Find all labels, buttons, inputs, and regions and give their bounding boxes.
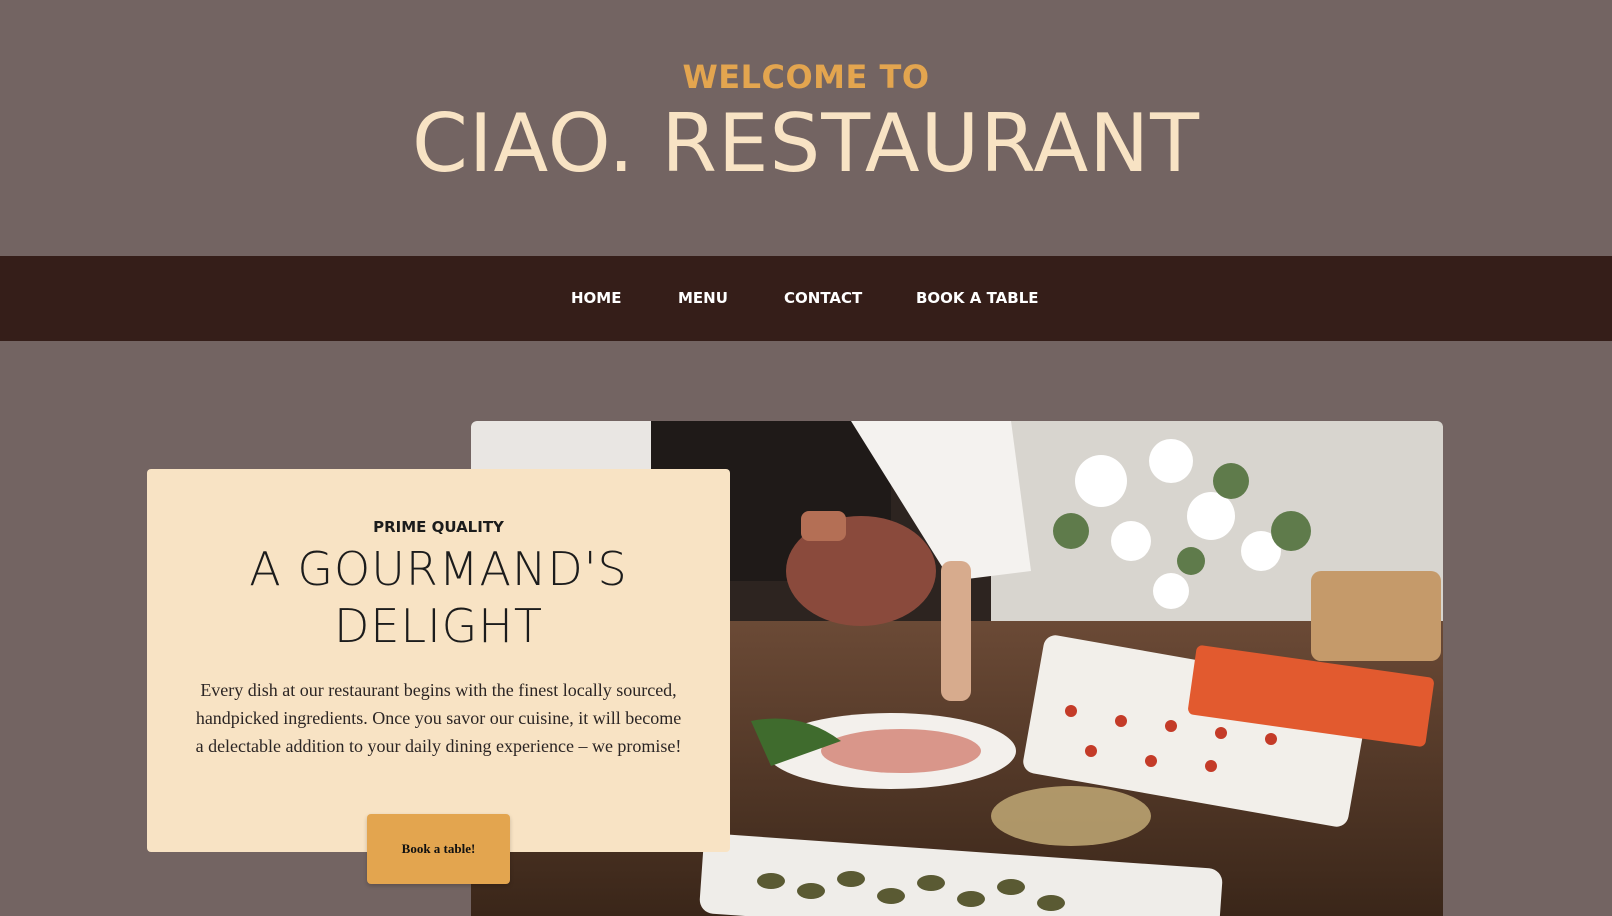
nav-menu-link[interactable]: MENU: [678, 256, 728, 341]
site-header: WELCOME TO CIAO. RESTAURANT: [0, 0, 1612, 256]
welcome-text: WELCOME TO: [682, 58, 930, 96]
restaurant-name: CIAO. RESTAURANT: [412, 97, 1200, 190]
feature-card: PRIME QUALITY A GOURMAND'S DELIGHT Every…: [147, 469, 730, 852]
feature-description: Every dish at our restaurant begins with…: [195, 680, 682, 756]
book-table-button[interactable]: Book a table!: [367, 814, 510, 884]
prime-quality-label: PRIME QUALITY: [373, 518, 504, 536]
feature-headline: A GOURMAND'S DELIGHT: [249, 542, 628, 653]
nav-contact-link[interactable]: CONTACT: [784, 256, 862, 341]
nav-home-link[interactable]: HOME: [571, 256, 621, 341]
main-nav: HOME MENU CONTACT BOOK A TABLE: [0, 256, 1612, 341]
nav-book-a-table-link[interactable]: BOOK A TABLE: [916, 256, 1039, 341]
